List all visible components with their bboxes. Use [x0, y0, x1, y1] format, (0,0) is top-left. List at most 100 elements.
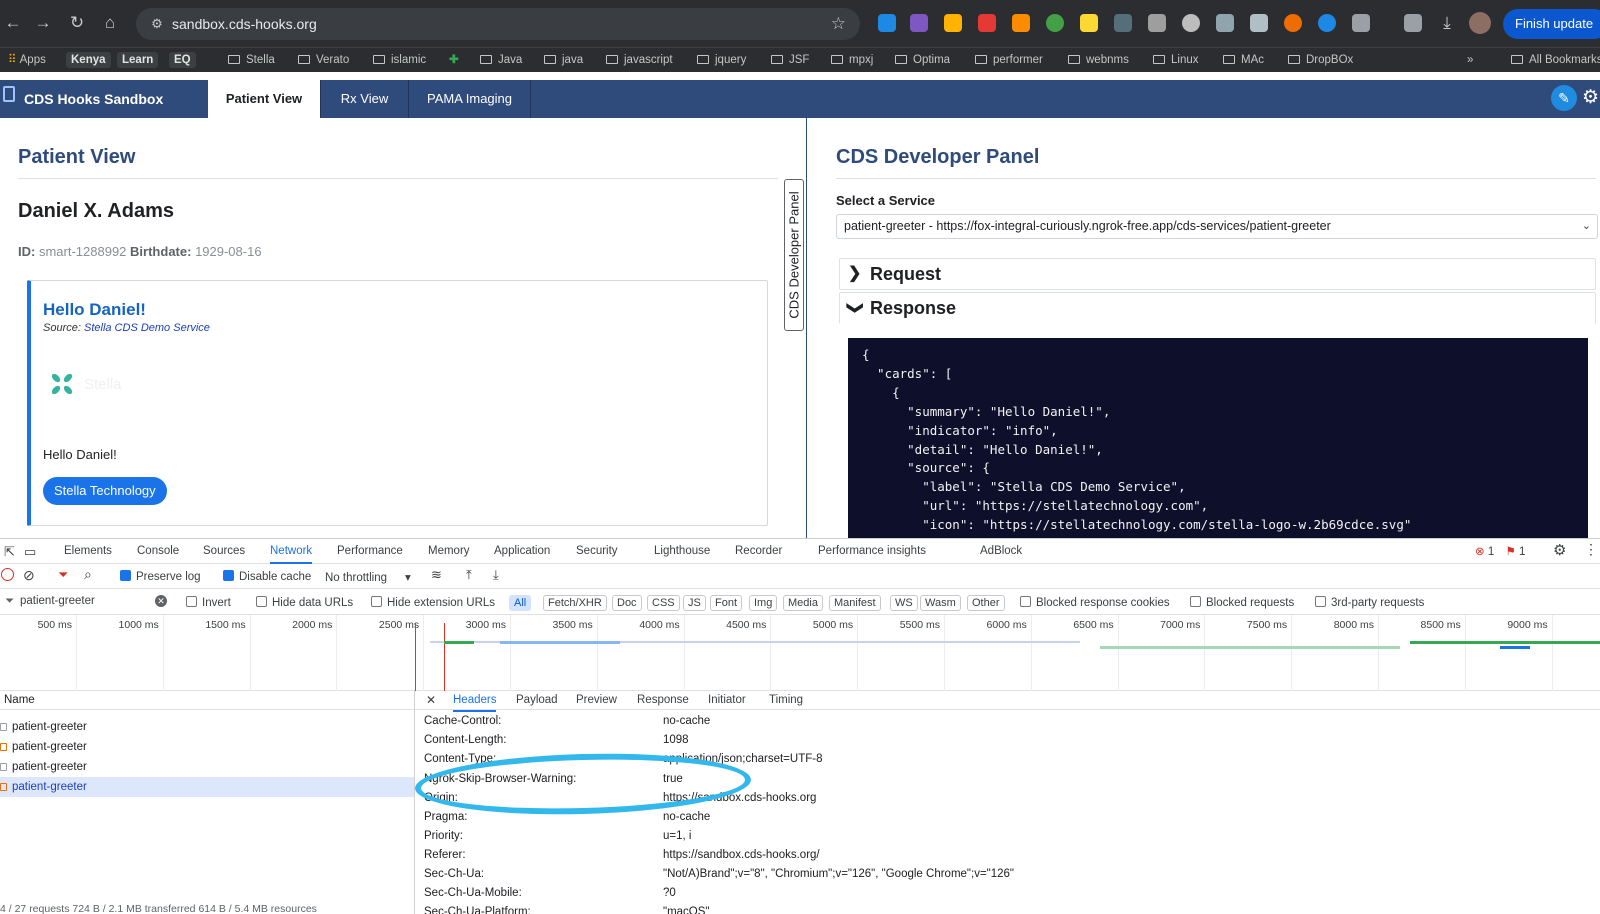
download-icon[interactable]: ⤓	[1436, 12, 1458, 34]
record-icon[interactable]	[1, 568, 14, 581]
extensions-puzzle-icon[interactable]	[1352, 14, 1370, 32]
type-filter-ws[interactable]: WS	[890, 595, 918, 611]
close-icon[interactable]: ✕	[426, 690, 436, 710]
bookmark-folder-java-lower[interactable]: java	[544, 52, 583, 68]
blocked-cookies-checkbox[interactable]: Blocked response cookies	[1020, 596, 1170, 609]
extension-icon[interactable]	[944, 14, 962, 32]
extension-icon[interactable]	[1046, 14, 1064, 32]
search-icon[interactable]: ⌕	[84, 566, 92, 583]
bookmark-learn[interactable]: Learn	[117, 52, 159, 68]
service-select[interactable]: patient-greeter - https://fox-integral-c…	[836, 214, 1598, 239]
devtools-tab-recorder[interactable]: Recorder	[735, 539, 782, 564]
hide-data-urls-checkbox[interactable]: Hide data URLs	[256, 596, 353, 609]
devtools-tab-performance[interactable]: Performance	[337, 539, 403, 564]
clear-filter-icon[interactable]: ✕	[155, 595, 167, 607]
devtools-tab-elements[interactable]: Elements	[64, 539, 112, 564]
detail-tab-timing[interactable]: Timing	[769, 690, 803, 710]
extension-icon[interactable]	[1318, 14, 1336, 32]
card-source-link[interactable]: Stella CDS Demo Service	[84, 322, 210, 334]
devtools-tab-application[interactable]: Application	[494, 539, 550, 564]
type-filter-all[interactable]: All	[509, 595, 532, 611]
bookmark-folder-dropbox[interactable]: DropBOx	[1288, 52, 1353, 68]
detail-tab-response[interactable]: Response	[637, 690, 689, 710]
detail-tab-payload[interactable]: Payload	[516, 690, 558, 710]
bookmark-folder-stella[interactable]: Stella	[228, 52, 275, 68]
devtools-tab-memory[interactable]: Memory	[428, 539, 470, 564]
type-filter-fetch-xhr[interactable]: Fetch/XHR	[543, 595, 607, 611]
forward-icon[interactable]: →	[32, 12, 54, 34]
tab-pama-imaging[interactable]: PAMA Imaging	[409, 80, 531, 118]
type-filter-js[interactable]: JS	[683, 595, 706, 611]
extension-icon[interactable]	[1284, 14, 1302, 32]
request-row[interactable]: patient-greeter	[0, 717, 414, 737]
import-har-icon[interactable]: ⤒	[466, 567, 472, 583]
preserve-log-checkbox[interactable]: Preserve log	[120, 570, 201, 583]
devtools-tab-security[interactable]: Security	[576, 539, 618, 564]
bookmark-folder-islamic[interactable]: islamic	[373, 52, 426, 68]
extension-icon[interactable]	[1250, 14, 1268, 32]
reading-list-icon[interactable]	[1404, 14, 1422, 32]
extension-icon[interactable]	[978, 14, 996, 32]
bookmark-eq[interactable]: EQ	[169, 52, 196, 68]
home-icon[interactable]: ⌂	[99, 12, 121, 34]
request-row-selected[interactable]: patient-greeter	[0, 777, 414, 797]
type-filter-wasm[interactable]: Wasm	[920, 595, 961, 611]
extension-icon[interactable]	[910, 14, 928, 32]
bookmark-folder-javascript[interactable]: javascript	[606, 52, 673, 68]
detail-tab-headers[interactable]: Headers	[453, 690, 497, 712]
type-filter-manifest[interactable]: Manifest	[829, 595, 881, 611]
filter-input[interactable]: patient-greeter	[20, 595, 95, 607]
finish-update-button[interactable]: Finish update	[1503, 9, 1600, 39]
bookmark-folder-all[interactable]: All Bookmarks	[1511, 52, 1600, 68]
bookmark-folder-jquery[interactable]: jquery	[697, 52, 746, 68]
device-toolbar-icon[interactable]: ▭	[24, 539, 36, 564]
type-filter-media[interactable]: Media	[783, 595, 823, 611]
gear-icon[interactable]: ⚙	[1582, 86, 1599, 109]
extension-icon[interactable]	[1080, 14, 1098, 32]
devtools-menu-icon[interactable]: ⋮	[1584, 541, 1598, 558]
bookmarks-more-icon[interactable]: »	[1467, 52, 1473, 68]
back-icon[interactable]: ←	[2, 12, 24, 34]
panel-splitter[interactable]	[806, 118, 807, 538]
request-accordion[interactable]: ❯ Request	[839, 258, 1596, 290]
bookmark-folder-webnms[interactable]: webnms	[1068, 52, 1129, 68]
blocked-requests-checkbox[interactable]: Blocked requests	[1190, 596, 1294, 609]
bookmark-folder-mac[interactable]: MAc	[1223, 52, 1264, 68]
response-accordion[interactable]: ❯ Response	[839, 292, 1596, 324]
filter-icon[interactable]: ⏷	[58, 567, 68, 583]
devtools-tab-adblock[interactable]: AdBlock	[980, 539, 1022, 564]
invert-checkbox[interactable]: Invert	[186, 596, 231, 609]
extension-icon[interactable]	[1114, 14, 1132, 32]
bookmark-folder-linux[interactable]: Linux	[1153, 52, 1199, 68]
type-filter-img[interactable]: Img	[749, 595, 778, 611]
address-bar[interactable]: ⚙ sandbox.cds-hooks.org ☆	[136, 8, 860, 40]
hide-extension-urls-checkbox[interactable]: Hide extension URLs	[371, 596, 495, 609]
reload-icon[interactable]: ↻	[66, 12, 88, 34]
request-row[interactable]: patient-greeter	[0, 757, 414, 777]
devtools-tab-performance-insights[interactable]: Performance insights	[818, 539, 926, 564]
bookmark-folder-mpxj[interactable]: mpxj	[831, 52, 873, 68]
disable-cache-checkbox[interactable]: Disable cache	[223, 570, 311, 583]
throttling-select[interactable]: No throttling ▾	[325, 570, 411, 584]
devtools-settings-gear-icon[interactable]: ⚙	[1553, 541, 1566, 559]
bookmark-star-icon[interactable]: ☆	[831, 14, 846, 34]
detail-tab-preview[interactable]: Preview	[576, 690, 617, 710]
clear-icon[interactable]: ⊘	[23, 567, 35, 584]
bookmark-folder-verato[interactable]: Verato	[298, 52, 349, 68]
bookmark-apps[interactable]: ⠿ Apps	[8, 52, 46, 68]
detail-tab-initiator[interactable]: Initiator	[708, 690, 746, 710]
network-timeline[interactable]: 500 ms 1000 ms 1500 ms 2000 ms 2500 ms 3000 m…	[0, 615, 1600, 691]
extension-icon[interactable]	[1182, 14, 1200, 32]
bookmark-kenya[interactable]: Kenya	[66, 52, 111, 68]
bookmark-folder-performer[interactable]: performer	[975, 52, 1043, 68]
issues-badge[interactable]: ⊗ 1 ⚑ 1	[1475, 544, 1525, 558]
bookmark-folder-optima[interactable]: Optima	[895, 52, 950, 68]
panel-divider[interactable]	[414, 690, 415, 914]
export-har-icon[interactable]: ⤓	[493, 567, 499, 583]
edit-pencil-icon[interactable]: ✎	[1551, 85, 1577, 111]
third-party-checkbox[interactable]: 3rd-party requests	[1315, 596, 1424, 609]
bookmark-folder-java[interactable]: Java	[480, 52, 522, 68]
type-filter-font[interactable]: Font	[710, 595, 743, 611]
developer-panel-toggle[interactable]: CDS Developer Panel	[784, 179, 804, 331]
inspect-element-icon[interactable]: ⇱	[4, 539, 15, 564]
